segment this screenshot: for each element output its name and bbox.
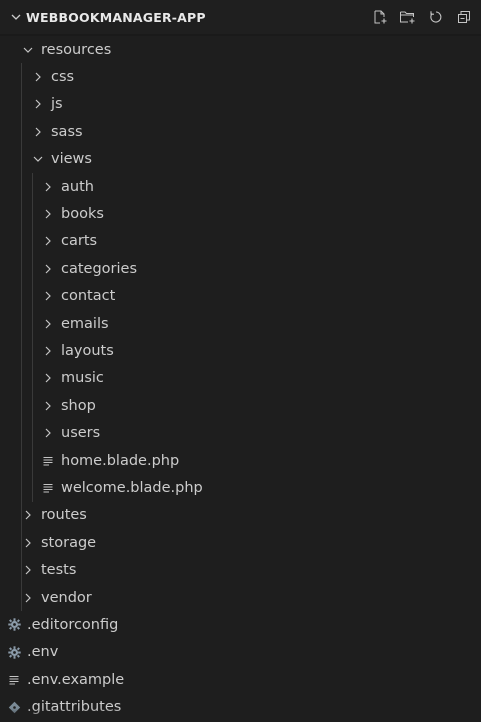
chevron-right-icon[interactable] (40, 316, 56, 332)
file-editorconfig[interactable]: .editorconfig (0, 611, 481, 638)
chevron-right-icon[interactable] (30, 124, 46, 140)
folder-users[interactable]: users (0, 419, 481, 446)
lines-file-icon (40, 480, 56, 496)
folder-sass[interactable]: sass (0, 118, 481, 145)
file-gitattributes[interactable]: .gitattributes (0, 693, 481, 720)
folder-auth[interactable]: auth (0, 173, 481, 200)
folder-books[interactable]: books (0, 200, 481, 227)
file-home-blade-php[interactable]: home.blade.php (0, 447, 481, 474)
lines-file-icon (40, 453, 56, 469)
tree-item-label: emails (61, 315, 109, 332)
chevron-right-icon[interactable] (40, 288, 56, 304)
chevron-right-icon[interactable] (40, 233, 56, 249)
chevron-right-icon[interactable] (40, 206, 56, 222)
refresh-icon[interactable] (427, 8, 445, 26)
tree-item-label: views (51, 151, 92, 168)
tree-item-label: js (51, 96, 63, 113)
tree-item-label: categories (61, 260, 138, 277)
explorer-header[interactable]: WEBBOOKMANAGER-APP (0, 0, 481, 34)
chevron-right-icon[interactable] (20, 562, 36, 578)
tree-item-label: home.blade.php (61, 452, 180, 469)
tree-item-label: .editorconfig (27, 616, 119, 633)
lines-file-icon (6, 672, 22, 688)
tree-item-label: sass (51, 123, 83, 140)
tree-item-label: welcome.blade.php (61, 479, 203, 496)
folder-vendor[interactable]: vendor (0, 584, 481, 611)
tree-item-label: auth (61, 178, 94, 195)
tree-item-label: .env.example (27, 671, 125, 688)
indent-guide (32, 173, 33, 502)
folder-contact[interactable]: contact (0, 283, 481, 310)
chevron-right-icon[interactable] (40, 261, 56, 277)
chevron-down-icon[interactable] (30, 151, 46, 167)
file-env[interactable]: .env (0, 639, 481, 666)
folder-routes[interactable]: routes (0, 502, 481, 529)
chevron-right-icon[interactable] (40, 343, 56, 359)
file-tree: resources css js sass views auth books carts cat… (0, 36, 481, 721)
tree-item-label: storage (41, 534, 97, 551)
collapse-all-icon[interactable] (455, 8, 473, 26)
tree-item-label: carts (61, 233, 98, 250)
gear-icon (6, 644, 22, 660)
folder-music[interactable]: music (0, 365, 481, 392)
chevron-right-icon[interactable] (20, 590, 36, 606)
chevron-right-icon[interactable] (40, 179, 56, 195)
folder-js[interactable]: js (0, 91, 481, 118)
tree-item-label: music (61, 370, 104, 387)
chevron-right-icon[interactable] (30, 69, 46, 85)
chevron-right-icon[interactable] (20, 535, 36, 551)
chevron-right-icon[interactable] (40, 425, 56, 441)
folder-emails[interactable]: emails (0, 310, 481, 337)
folder-views[interactable]: views (0, 146, 481, 173)
folder-storage[interactable]: storage (0, 529, 481, 556)
tree-item-label: books (61, 206, 104, 223)
explorer-panel: WEBBOOKMANAGER-APP resources css js sass… (0, 0, 481, 722)
new-folder-icon[interactable] (399, 8, 417, 26)
folder-layouts[interactable]: layouts (0, 337, 481, 364)
tree-item-label: css (51, 69, 75, 86)
git-icon (6, 699, 22, 715)
tree-item-label: contact (61, 288, 116, 305)
tree-item-label: tests (41, 562, 77, 579)
explorer-title: WEBBOOKMANAGER-APP (26, 9, 206, 25)
chevron-right-icon[interactable] (40, 370, 56, 386)
tree-item-label: layouts (61, 342, 114, 359)
chevron-down-icon[interactable] (20, 42, 36, 58)
explorer-actions (371, 0, 473, 34)
chevron-down-icon[interactable] (8, 9, 24, 25)
indent-guide (21, 63, 22, 612)
folder-tests[interactable]: tests (0, 556, 481, 583)
chevron-right-icon[interactable] (40, 398, 56, 414)
folder-categories[interactable]: categories (0, 255, 481, 282)
folder-css[interactable]: css (0, 63, 481, 90)
file-env-example[interactable]: .env.example (0, 666, 481, 693)
new-file-icon[interactable] (371, 8, 389, 26)
file-welcome-blade-php[interactable]: welcome.blade.php (0, 474, 481, 501)
tree-item-label: .env (27, 644, 59, 661)
tree-item-label: shop (61, 397, 96, 414)
folder-resources[interactable]: resources (0, 36, 481, 63)
tree-item-label: routes (41, 507, 87, 524)
tree-item-label: resources (41, 41, 112, 58)
tree-item-label: .gitattributes (27, 699, 122, 716)
tree-item-label: users (61, 425, 101, 442)
chevron-right-icon[interactable] (20, 507, 36, 523)
tree-item-label: vendor (41, 589, 92, 606)
gear-icon (6, 617, 22, 633)
folder-carts[interactable]: carts (0, 228, 481, 255)
folder-shop[interactable]: shop (0, 392, 481, 419)
chevron-right-icon[interactable] (30, 96, 46, 112)
